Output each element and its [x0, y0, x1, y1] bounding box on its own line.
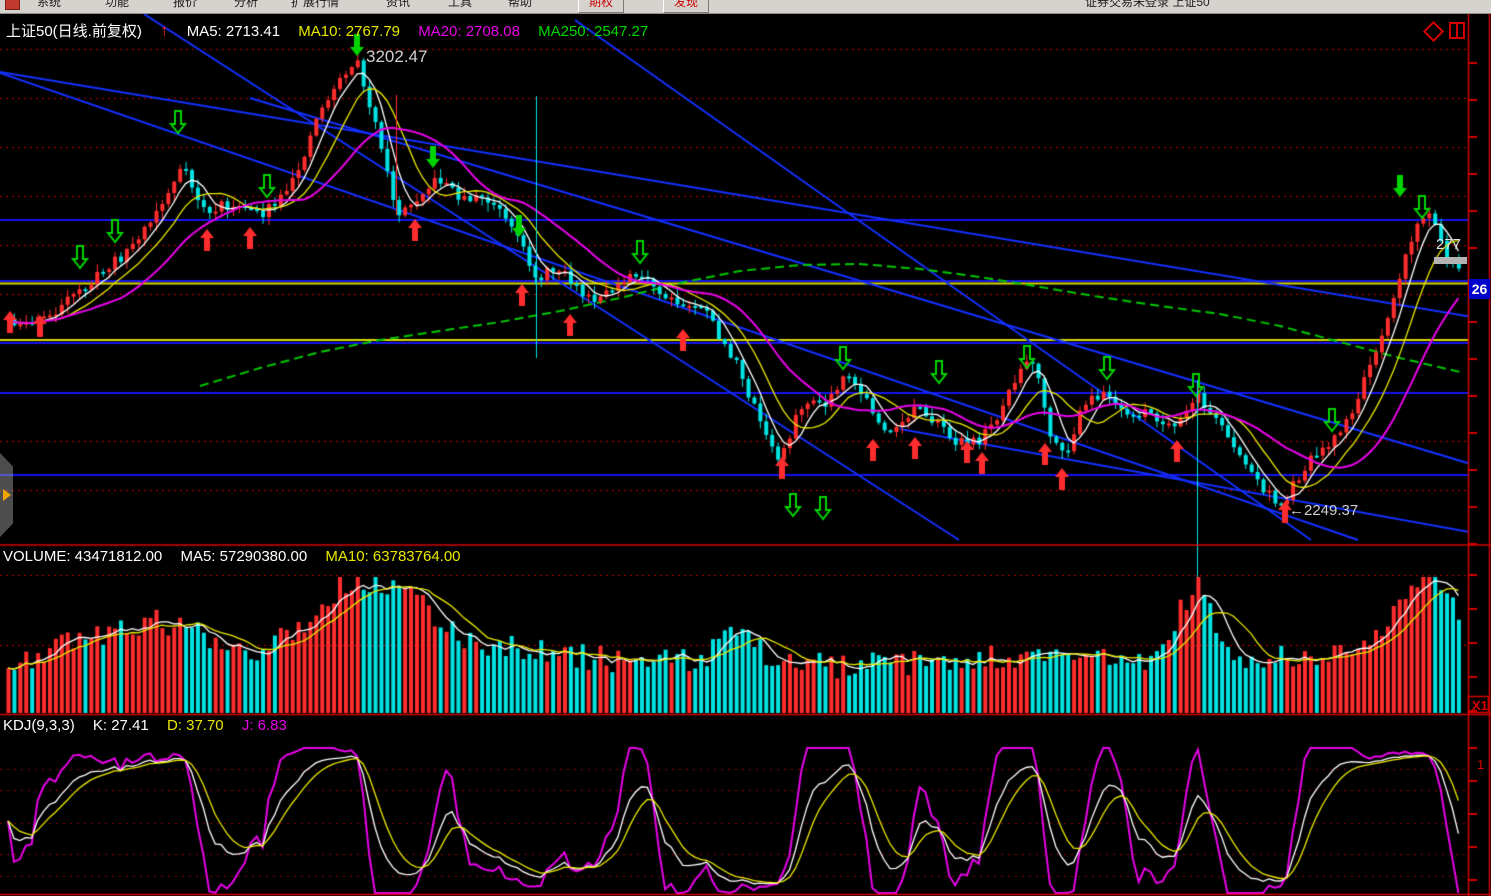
- kdj-pane-header: KDJ(9,3,3) K: 27.41 D: 37.70 J: 6.83: [3, 717, 301, 734]
- menu-item-quotes[interactable]: 报价: [173, 0, 197, 10]
- menu-item-tools[interactable]: 工具: [448, 0, 472, 10]
- menubar: 系统 功能 报价 分析 扩展行情 资讯 工具 帮助 期权 发现 证券交易未登录 …: [0, 0, 1491, 14]
- ma10-value: MA10: 2767.79: [298, 23, 400, 40]
- trough-price-label: ←2249.37: [1289, 502, 1358, 519]
- menu-item-system[interactable]: 系统: [37, 0, 61, 10]
- kdj-title: KDJ(9,3,3): [3, 717, 75, 734]
- volume-ma10-value: MA10: 63783764.00: [325, 548, 460, 565]
- menu-button-discover[interactable]: 发现: [663, 0, 709, 13]
- expand-arrow-icon: [3, 489, 11, 501]
- kdj-k-value: K: 27.41: [93, 717, 149, 734]
- buy-signal-arrow-icon: ↑: [160, 21, 169, 40]
- app-logo-icon: [5, 0, 20, 10]
- kdj-d-value: D: 37.70: [167, 717, 224, 734]
- last-price-marker: [1434, 257, 1467, 264]
- menu-button-options[interactable]: 期权: [578, 0, 624, 13]
- axis-price-label: 277: [1436, 236, 1461, 253]
- main-chart-header: 上证50(日线.前复权) ↑ MA5: 2713.41 MA10: 2767.7…: [6, 20, 662, 41]
- last-price-axis-badge: 26: [1469, 279, 1490, 299]
- kdj-j-value: J: 6.83: [242, 717, 287, 734]
- menu-item-analysis[interactable]: 分析: [234, 0, 258, 10]
- volume-value: VOLUME: 43471812.00: [3, 548, 162, 565]
- ma20-value: MA20: 2708.08: [418, 23, 520, 40]
- volume-axis-label: X1: [1472, 698, 1488, 713]
- split-window-icon[interactable]: [1449, 22, 1465, 39]
- menu-item-extended-quotes[interactable]: 扩展行情: [291, 0, 339, 10]
- chart-title: 上证50(日线.前复权): [6, 23, 142, 40]
- menu-item-news[interactable]: 资讯: [386, 0, 410, 10]
- volume-pane-header: VOLUME: 43471812.00 MA5: 57290380.00 MA1…: [3, 548, 475, 565]
- login-status: 证券交易未登录 上证50: [1085, 0, 1210, 10]
- volume-ma5-value: MA5: 57290380.00: [180, 548, 307, 565]
- menu-item-function[interactable]: 功能: [105, 0, 129, 10]
- kdj-axis-tick-label: 1: [1477, 757, 1484, 772]
- panel-expand-handle[interactable]: [0, 453, 13, 537]
- menu-item-help[interactable]: 帮助: [508, 0, 532, 10]
- ma250-value: MA250: 2547.27: [538, 23, 648, 40]
- stock-chart-canvas[interactable]: [0, 0, 1491, 896]
- peak-price-label: 3202.47: [366, 47, 427, 67]
- ma5-value: MA5: 2713.41: [187, 23, 280, 40]
